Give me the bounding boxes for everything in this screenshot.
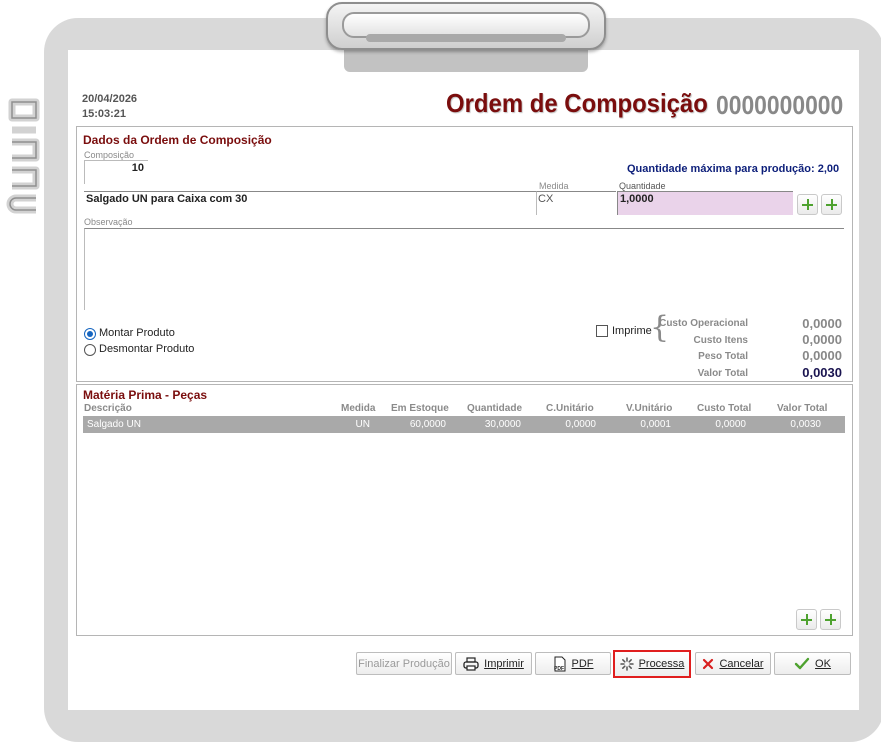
col-valor-total[interactable]: Valor Total [777, 403, 827, 414]
custo-itens-label: Custo Itens [693, 335, 748, 346]
page-title: Ordem de Composição [446, 88, 708, 118]
brand-logo [6, 98, 40, 214]
valor-total-label: Valor Total [697, 368, 748, 379]
close-icon [703, 658, 714, 669]
produto-value: Salgado UN para Caixa com 30 [86, 193, 248, 205]
materia-title: Matéria Prima - Peças [83, 388, 208, 402]
custo-operacional-label: Custo Operacional [659, 318, 748, 329]
imprime-checkbox[interactable] [596, 325, 608, 337]
cell-c-unitario: 0,0000 [565, 419, 596, 430]
processa-button[interactable]: Processa [613, 650, 691, 678]
col-v-unitario[interactable]: V.Unitário [626, 403, 672, 414]
medida-label: Medida [539, 181, 569, 191]
header-time: 15:03:21 [82, 108, 127, 120]
finalizar-producao-button[interactable]: Finalizar Produção [356, 652, 452, 675]
observacao-label: Observação [84, 217, 133, 227]
medida-value: CX [538, 193, 554, 205]
finalizar-label: Finalizar Produção [358, 657, 450, 670]
svg-text:PDF: PDF [554, 666, 564, 672]
col-c-unitario[interactable]: C.Unitário [546, 403, 594, 414]
composicao-label: Composição [84, 150, 135, 160]
col-quantidade[interactable]: Quantidade [467, 403, 522, 414]
max-quantity-text: Quantidade máxima para produção: 2,00 [627, 163, 840, 175]
add-material-button[interactable] [796, 609, 817, 630]
pdf-button[interactable]: PDF PDF [535, 652, 611, 675]
col-medida[interactable]: Medida [341, 403, 375, 414]
composicao-value: 10 [131, 162, 144, 174]
col-descricao[interactable]: Descrição [84, 403, 132, 414]
cell-medida: UN [355, 419, 370, 430]
pdf-label: PDF [571, 657, 594, 670]
desmontar-label: Desmontar Produto [99, 343, 195, 355]
quantidade-value: 1,0000 [620, 193, 654, 205]
valor-total-value: 0,0030 [802, 365, 842, 380]
col-custo-total[interactable]: Custo Total [697, 403, 751, 414]
spinner-icon [619, 657, 634, 671]
imprime-label: Imprime [612, 325, 652, 337]
clipboard-clip [326, 2, 606, 50]
dados-title: Dados da Ordem de Composição [83, 133, 272, 147]
imprimir-button[interactable]: Imprimir [455, 652, 532, 675]
montar-label: Montar Produto [99, 327, 175, 339]
check-icon [794, 657, 810, 669]
processa-label: Processa [638, 658, 685, 670]
imprimir-label: Imprimir [484, 657, 524, 670]
pdf-icon: PDF [554, 656, 565, 672]
desmontar-radio[interactable] [84, 344, 96, 356]
ok-button[interactable]: OK [774, 652, 851, 675]
add-item-button[interactable] [797, 194, 818, 215]
cell-descricao: Salgado UN [87, 419, 141, 430]
cancelar-button[interactable]: Cancelar [695, 652, 771, 675]
add-item-button-2[interactable] [821, 194, 842, 215]
cell-valor-total: 0,0030 [790, 419, 821, 430]
col-em-estoque[interactable]: Em Estoque [391, 403, 449, 414]
montar-radio[interactable] [84, 328, 96, 340]
quantidade-label: Quantidade [619, 181, 666, 191]
printer-icon [463, 656, 479, 671]
cell-quantidade: 30,0000 [484, 419, 521, 430]
order-number: 0000000000 [716, 90, 844, 120]
cancelar-label: Cancelar [719, 657, 764, 670]
custo-operacional-value: 0,0000 [802, 316, 842, 331]
add-material-button-2[interactable] [820, 609, 841, 630]
observacao-field[interactable] [84, 228, 844, 310]
cell-em-estoque: 60,0000 [409, 419, 446, 430]
cell-custo-total: 0,0000 [715, 419, 746, 430]
ok-label: OK [815, 657, 831, 670]
peso-total-label: Peso Total [698, 351, 748, 362]
custo-itens-value: 0,0000 [802, 332, 842, 347]
header-date: 20/04/2026 [82, 93, 138, 105]
peso-total-value: 0,0000 [802, 348, 842, 363]
cell-v-unitario: 0,0001 [640, 419, 671, 430]
